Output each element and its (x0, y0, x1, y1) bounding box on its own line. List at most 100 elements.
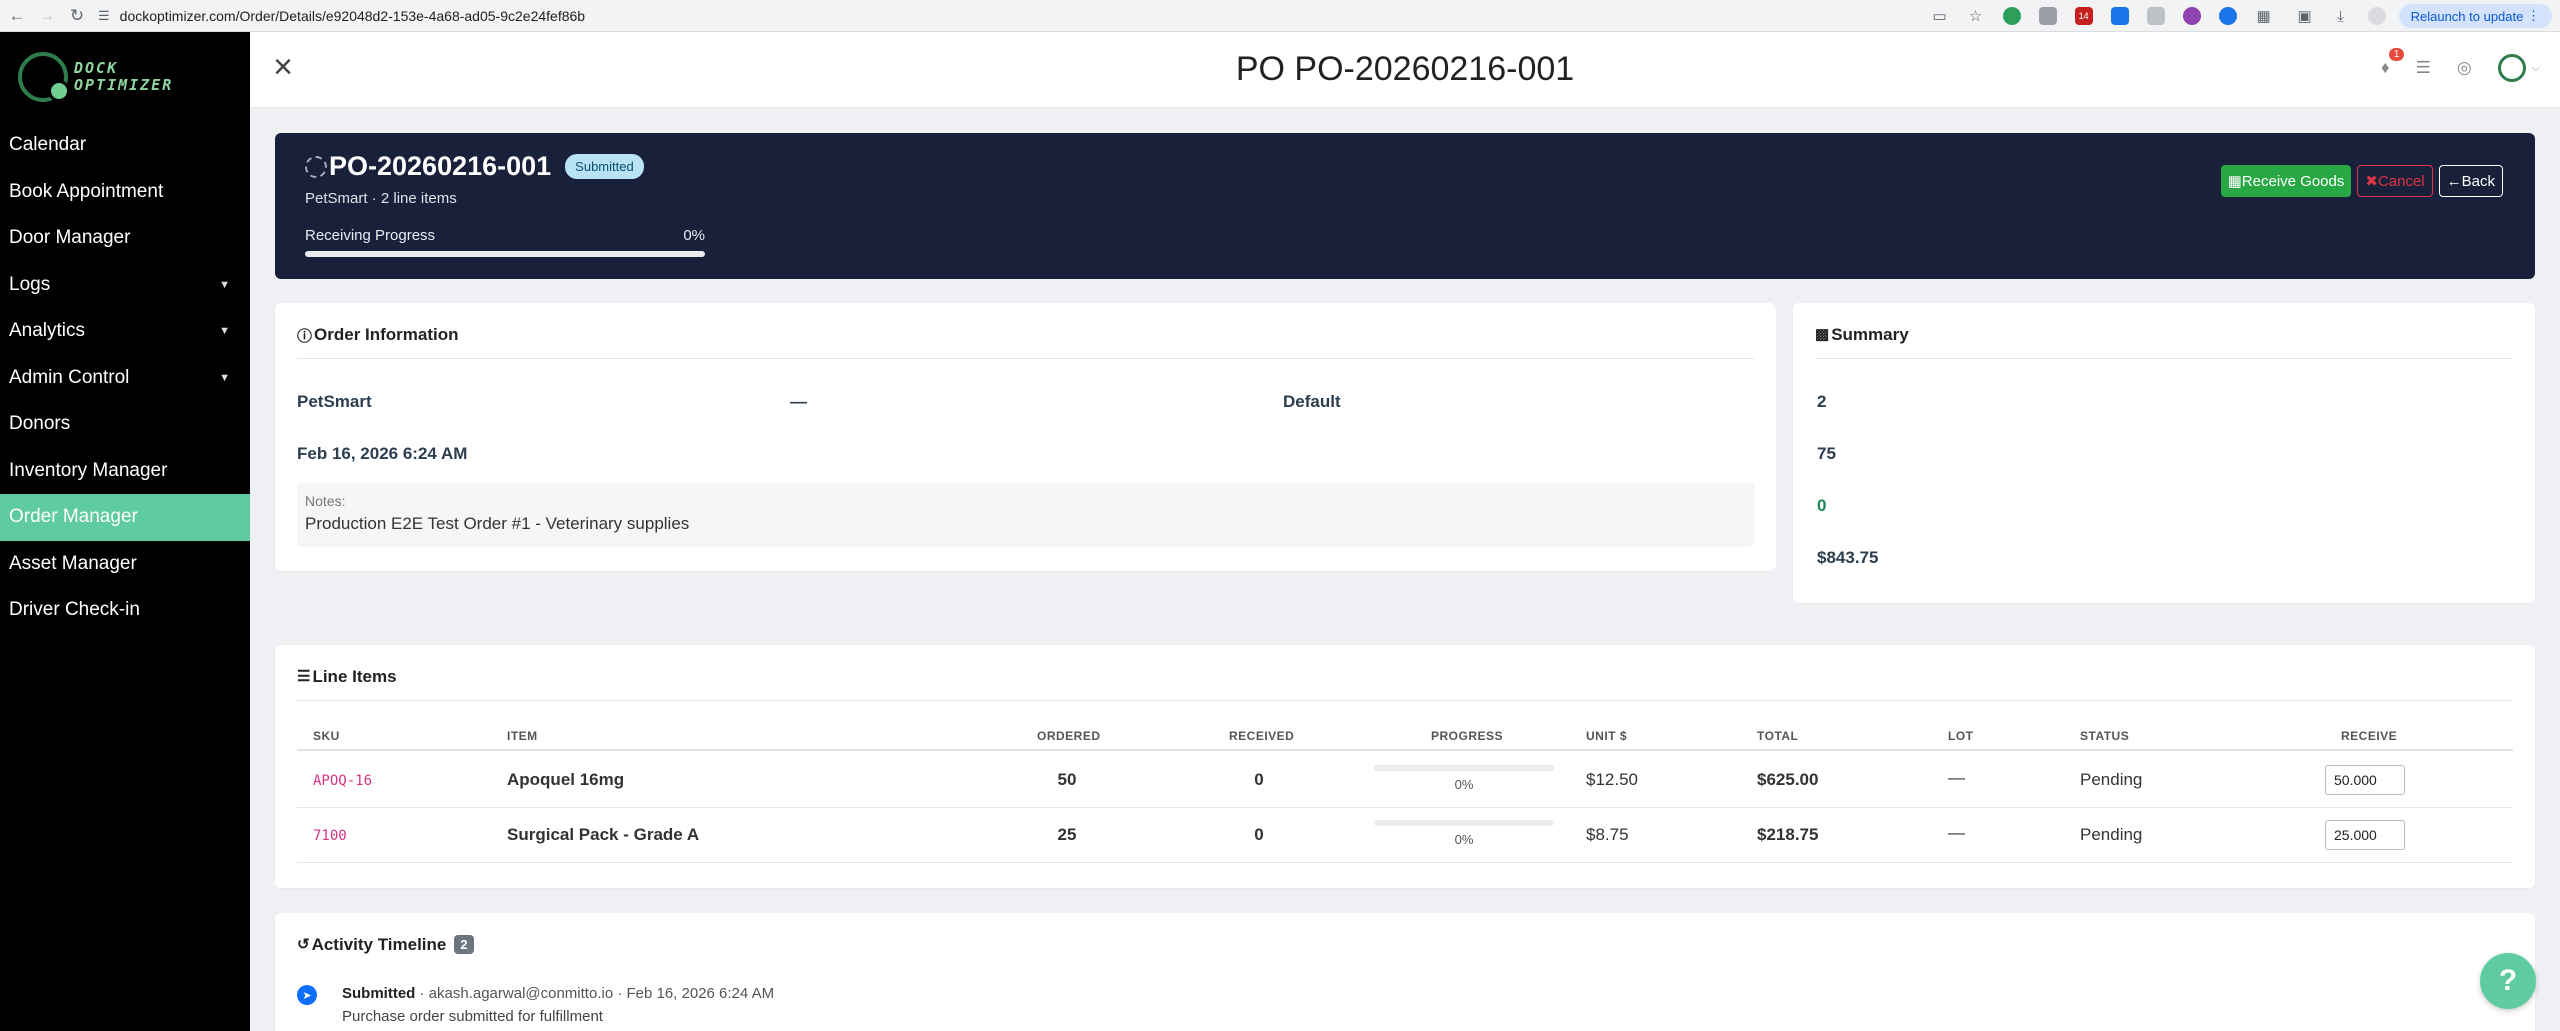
card-title: Line Items (312, 667, 397, 686)
receiving-progress-bar (305, 251, 705, 257)
progress-label-text: Receiving Progress (305, 227, 436, 244)
forward-arrow-icon[interactable]: → (34, 3, 60, 29)
column-header: RECEIVE (2341, 729, 2398, 743)
caret-down-icon: ▼ (219, 325, 230, 338)
extension-badge-icon[interactable]: 14 (2074, 7, 2093, 25)
profile-icon[interactable] (2367, 7, 2386, 25)
address-bar[interactable]: ☰ dockoptimizer.com/Order/Details/e92048… (98, 3, 585, 29)
sidebar-item-analytics[interactable]: Analytics ▼ (0, 308, 250, 355)
sidebar-item-label: Analytics (9, 320, 86, 342)
url-text[interactable]: dockoptimizer.com/Order/Details/e92048d2… (120, 8, 585, 24)
sidebar-item-inventory-manager[interactable]: Inventory Manager (0, 448, 250, 495)
logo-line-1: DOCK (74, 59, 119, 77)
list-icon[interactable]: ☰ (2416, 58, 2431, 78)
browser-toolbar: ← → ↻ ☰ dockoptimizer.com/Order/Details/… (0, 0, 2560, 32)
extension-purple-icon[interactable] (2182, 7, 2201, 25)
supplier-value: PetSmart (297, 392, 372, 411)
sidebar-item-admin-control[interactable]: Admin Control ▼ (0, 355, 250, 402)
receive-goods-label: Receive Goods (2241, 172, 2345, 190)
site-info-icon[interactable]: ☰ (98, 8, 110, 24)
list-icon: ☰ (297, 668, 311, 685)
back-button[interactable]: ← Back (2438, 165, 2503, 197)
receive-goods-button[interactable]: ▦ Receive Goods (2220, 165, 2352, 197)
dash-value: — (790, 392, 807, 411)
column-header: TOTAL (1757, 729, 1799, 743)
timeline-entry-header: Submitted · akash.agarwal@conmitto.io · … (342, 985, 774, 1002)
sidebar-item-donors[interactable]: Donors (0, 401, 250, 448)
sidebar-item-asset-manager[interactable]: Asset Manager (0, 541, 250, 588)
extension-gray-icon[interactable] (2038, 7, 2057, 25)
notes-text: Production E2E Test Order #1 - Veterinar… (305, 514, 690, 533)
timeline-entry-status: Submitted (342, 985, 416, 1002)
sidebar-item-label: Logs (9, 273, 51, 295)
relaunch-label: Relaunch to update (2410, 8, 2524, 24)
help-chat-button[interactable]: ? (2480, 953, 2536, 1009)
column-header: RECEIVED (1229, 729, 1295, 743)
column-header: UNIT $ (1586, 729, 1628, 743)
hero-actions: ▦ Receive Goods ✖ Cancel ← Back (2215, 165, 2503, 197)
activity-timeline-card: ↺ Activity Timeline 2 ➤ Submitted · akash.… (275, 913, 2535, 1031)
extension-green-icon[interactable] (2002, 7, 2021, 25)
card-title: Summary (1831, 325, 1909, 344)
extension-badge-count: 14 (2078, 11, 2089, 21)
sidebar-item-label: Order Manager (9, 506, 138, 528)
logo[interactable]: DOCK OPTIMIZER (0, 32, 250, 122)
order-date: Feb 16, 2026 6:24 AM (297, 444, 468, 463)
extension-light-icon[interactable] (2146, 7, 2165, 25)
info-icon: ⓘ (297, 328, 313, 345)
puzzle-icon[interactable]: ▦ (2255, 7, 2273, 25)
line-total: $218.75 (1757, 825, 1819, 844)
sidebar-item-label: Calendar (9, 134, 87, 156)
unit-price: $12.50 (1586, 770, 1638, 789)
order-information-card: ⓘ Order Information PetSmart — Default Fe… (275, 303, 1776, 571)
install-app-icon[interactable]: ▭ (1931, 7, 1949, 25)
extension-blue-circle-icon[interactable] (2218, 7, 2237, 25)
order-information-header: ⓘ Order Information (297, 325, 1754, 359)
extension-blue-icon[interactable] (2110, 7, 2129, 25)
bell-icon[interactable]: ♦ 1 (2381, 48, 2405, 78)
sidebar: DOCK OPTIMIZER Calendar Book Appointment… (0, 32, 250, 1031)
sidebar-item-book-appointment[interactable]: Book Appointment (0, 169, 250, 216)
receive-qty-input[interactable] (2325, 820, 2405, 850)
extensions-row: ▭ ☆ 14 ▦ ▣ ⤓ Relaunch to update ⋮ (1922, 0, 2560, 32)
line-items-header: ☰ Line Items (297, 667, 2513, 701)
logo-mark-icon (18, 52, 70, 102)
sidebar-item-order-manager[interactable]: Order Manager (0, 494, 250, 541)
summary-ordered: 75 (1817, 444, 1836, 463)
summary-received: 0 (1817, 496, 1827, 515)
bookmark-star-icon[interactable]: ☆ (1967, 7, 1985, 25)
activity-timeline-header: ↺ Activity Timeline 2 (297, 935, 2513, 969)
receive-qty-input[interactable] (2325, 765, 2405, 795)
line-items-card: ☰ Line Items SKU ITEM ORDERED RECEIVED PR… (275, 645, 2535, 888)
row-progress-text: 0% (1454, 777, 1474, 792)
logo-text: DOCK OPTIMIZER (74, 60, 173, 94)
cancel-button[interactable]: ✖ Cancel (2357, 165, 2433, 197)
lot-value: — (1948, 768, 1965, 787)
history-icon: ↺ (297, 936, 310, 953)
sidebar-item-driver-check-in[interactable]: Driver Check-in (0, 587, 250, 634)
item-name: Surgical Pack - Grade A (507, 825, 700, 844)
globe-icon[interactable]: ◎ (2457, 58, 2472, 78)
download-icon[interactable]: ⤓ (2332, 7, 2350, 25)
receiving-progress-label: Receiving Progress 0% (305, 227, 705, 244)
column-header: STATUS (2080, 729, 2130, 743)
sidebar-item-label: Inventory Manager (9, 459, 168, 481)
lot-value: — (1948, 823, 1965, 842)
sidebar-item-logs[interactable]: Logs ▼ (0, 262, 250, 309)
reload-icon[interactable]: ↻ (64, 3, 90, 29)
summary-total: $843.75 (1817, 548, 1879, 567)
user-menu[interactable]: ⌵ (2497, 54, 2540, 82)
cast-icon[interactable]: ▣ (2296, 7, 2314, 25)
column-header: ORDERED (1037, 729, 1101, 743)
hero-subtitle: PetSmart · 2 line items (305, 190, 457, 207)
default-value: Default (1283, 392, 1341, 411)
received-qty: 0 (1254, 770, 1264, 789)
timeline-count-badge: 2 (454, 935, 474, 954)
back-arrow-icon[interactable]: ← (4, 3, 30, 29)
sidebar-item-label: Book Appointment (9, 180, 164, 202)
relaunch-button[interactable]: Relaunch to update ⋮ (2398, 4, 2552, 28)
sidebar-item-calendar[interactable]: Calendar (0, 122, 250, 169)
order-hero: PO-20260216-001 Submitted PetSmart · 2 l… (275, 133, 2535, 279)
sidebar-item-door-manager[interactable]: Door Manager (0, 215, 250, 262)
notification-badge: 1 (2388, 48, 2405, 61)
